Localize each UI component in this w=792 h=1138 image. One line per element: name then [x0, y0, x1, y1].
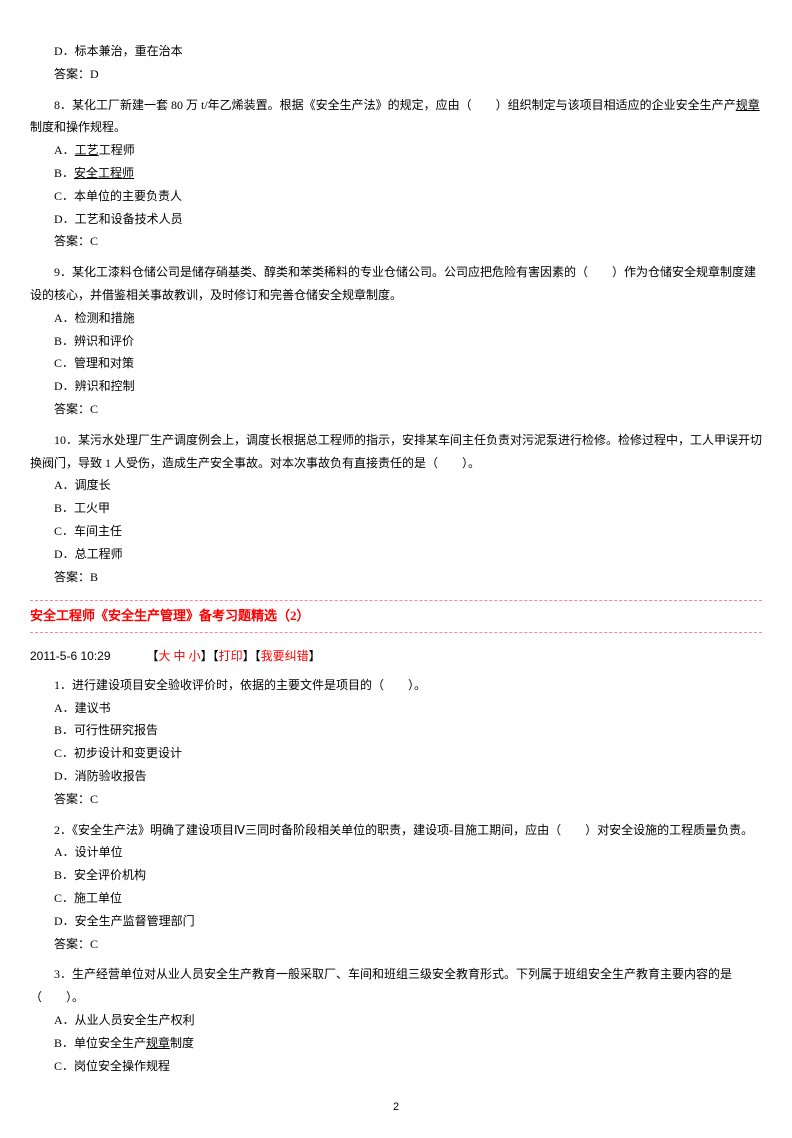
question-10: 10．某污水处理厂生产调度例会上，调度长根据总工程师的指示，安排某车间主任负责对… — [30, 429, 762, 589]
q8-option-b: B．安全工程师 — [30, 162, 762, 185]
font-medium-link[interactable]: 中 — [174, 649, 189, 663]
s2q2-answer: 答案：C — [30, 933, 762, 956]
s2q1-option-c: C．初步设计和变更设计 — [30, 742, 762, 765]
q9-answer: 答案：C — [30, 398, 762, 421]
font-large-link[interactable]: 大 — [159, 649, 174, 663]
s2q1-option-d: D．消防验收报告 — [30, 765, 762, 788]
q9-text: 9．某化工漆料仓储公司是储存硝基类、醇类和苯类稀料的专业仓储公司。公司应把危险有… — [30, 261, 762, 307]
q9-option-d: D．辨识和控制 — [30, 375, 762, 398]
s2q3-text: 3．生产经营单位对从业人员安全生产教育一般采取厂、车间和班组三级安全教育形式。下… — [30, 963, 762, 1009]
document-content: D．标本兼治，重在治本 答案：D 8．某化工厂新建一套 80 万 t/年乙烯装置… — [30, 40, 762, 1077]
s2q3-option-c: C．岗位安全操作规程 — [30, 1055, 762, 1078]
s2-question-3: 3．生产经营单位对从业人员安全生产教育一般采取厂、车间和班组三级安全教育形式。下… — [30, 963, 762, 1077]
s2-question-1: 1．进行建设项目安全验收评价时，依据的主要文件是项目的（ ）。 A．建议书 B．… — [30, 674, 762, 811]
q7-option-d: D．标本兼治，重在治本 — [30, 40, 762, 63]
q8-answer: 答案：C — [30, 230, 762, 253]
q7-answer: 答案：D — [30, 63, 762, 86]
s2q1-option-a: A．建议书 — [30, 697, 762, 720]
s2q1-answer: 答案：C — [30, 788, 762, 811]
q10-option-b: B．工火甲 — [30, 497, 762, 520]
s2q3-option-a: A．从业人员安全生产权利 — [30, 1009, 762, 1032]
section-2-title: 安全工程师《安全生产管理》备考习题精选（2） — [30, 600, 762, 633]
s2q3-option-b: B．单位安全生产规章制度 — [30, 1032, 762, 1055]
s2q1-text: 1．进行建设项目安全验收评价时，依据的主要文件是项目的（ ）。 — [30, 674, 762, 697]
page-number: 2 — [30, 1097, 762, 1118]
q10-answer: 答案：B — [30, 566, 762, 589]
q8-option-d: D．工艺和设备技术人员 — [30, 208, 762, 231]
s2-question-2: 2．《安全生产法》明确了建设项目Ⅳ三同时备阶段相关单位的职责，建设项-目施工期间… — [30, 819, 762, 956]
q8-text: 8．某化工厂新建一套 80 万 t/年乙烯装置。根据《安全生产法》的规定，应由（… — [30, 94, 762, 140]
s2q2-text: 2．《安全生产法》明确了建设项目Ⅳ三同时备阶段相关单位的职责，建设项-目施工期间… — [30, 819, 762, 842]
q9-option-a: A．检测和措施 — [30, 307, 762, 330]
q8-option-c: C．本单位的主要负责人 — [30, 185, 762, 208]
section-2-meta: 2011-5-6 10:29 【大 中 小】【打印】【我要纠错】 — [30, 645, 762, 668]
s2q2-option-a: A．设计单位 — [30, 841, 762, 864]
s2q2-option-d: D．安全生产监督管理部门 — [30, 910, 762, 933]
correct-link[interactable]: 我要纠错 — [261, 649, 309, 663]
s2q2-option-b: B．安全评价机构 — [30, 864, 762, 887]
font-small-link[interactable]: 小 — [189, 649, 201, 663]
q8-option-a: A．工艺工程师 — [30, 139, 762, 162]
q9-option-b: B．辨识和评价 — [30, 330, 762, 353]
s2q2-option-c: C．施工单位 — [30, 887, 762, 910]
meta-date: 2011-5-6 10:29 — [30, 649, 111, 663]
s2q1-option-b: B．可行性研究报告 — [30, 719, 762, 742]
print-link[interactable]: 打印 — [219, 649, 243, 663]
q10-option-d: D．总工程师 — [30, 543, 762, 566]
q10-text: 10．某污水处理厂生产调度例会上，调度长根据总工程师的指示，安排某车间主任负责对… — [30, 429, 762, 475]
question-9: 9．某化工漆料仓储公司是储存硝基类、醇类和苯类稀料的专业仓储公司。公司应把危险有… — [30, 261, 762, 421]
question-8: 8．某化工厂新建一套 80 万 t/年乙烯装置。根据《安全生产法》的规定，应由（… — [30, 94, 762, 254]
q10-option-c: C．车间主任 — [30, 520, 762, 543]
q9-option-c: C．管理和对策 — [30, 352, 762, 375]
q10-option-a: A．调度长 — [30, 474, 762, 497]
